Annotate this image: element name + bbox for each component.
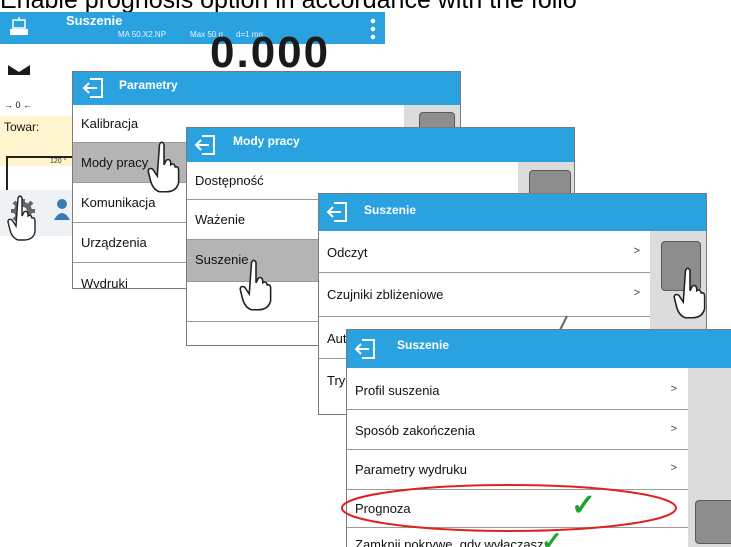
scale-icon	[8, 16, 30, 38]
base-title: Suszenie	[66, 13, 123, 28]
suszenie-title: Suszenie	[397, 338, 450, 352]
menu-item-czujniki[interactable]: Czujniki zbliżeniowe >	[319, 273, 652, 317]
zero-indicator: → 0 ←	[4, 100, 33, 110]
suszenie-header: Suszenie	[319, 194, 706, 231]
user-icon[interactable]	[54, 198, 70, 220]
suszenie-title: Suszenie	[364, 203, 417, 217]
parametry-title: Parametry	[119, 78, 178, 92]
highlight-ellipse	[340, 483, 678, 533]
mody-pracy-header: Mody pracy	[187, 128, 574, 162]
towar-label: Towar:	[4, 120, 40, 134]
back-arrow-icon[interactable]	[81, 77, 105, 102]
hand-pointer-icon	[672, 266, 708, 325]
back-arrow-icon[interactable]	[325, 201, 349, 226]
scroll-button[interactable]	[695, 500, 731, 544]
hand-pointer-icon	[6, 194, 38, 247]
menu-item-profil-suszenia[interactable]: Profil suszenia >	[347, 368, 689, 410]
hand-pointer-icon	[146, 140, 182, 199]
more-menu-icon[interactable]	[370, 18, 376, 40]
menu-item-sposob-zakonczenia[interactable]: Sposób zakończenia >	[347, 410, 689, 450]
back-arrow-icon[interactable]	[193, 134, 217, 159]
hand-pointer-icon	[238, 258, 274, 317]
mody-pracy-title: Mody pracy	[233, 134, 300, 148]
suszenie-header: Suszenie	[347, 330, 731, 368]
parametry-header: Parametry	[73, 72, 460, 105]
back-arrow-icon[interactable]	[353, 338, 377, 363]
temperature-value: 120 °	[50, 158, 67, 165]
stability-icon	[8, 62, 30, 75]
menu-item-odczyt[interactable]: Odczyt >	[319, 231, 652, 273]
base-model: MA 50.X2.NP	[118, 30, 167, 39]
